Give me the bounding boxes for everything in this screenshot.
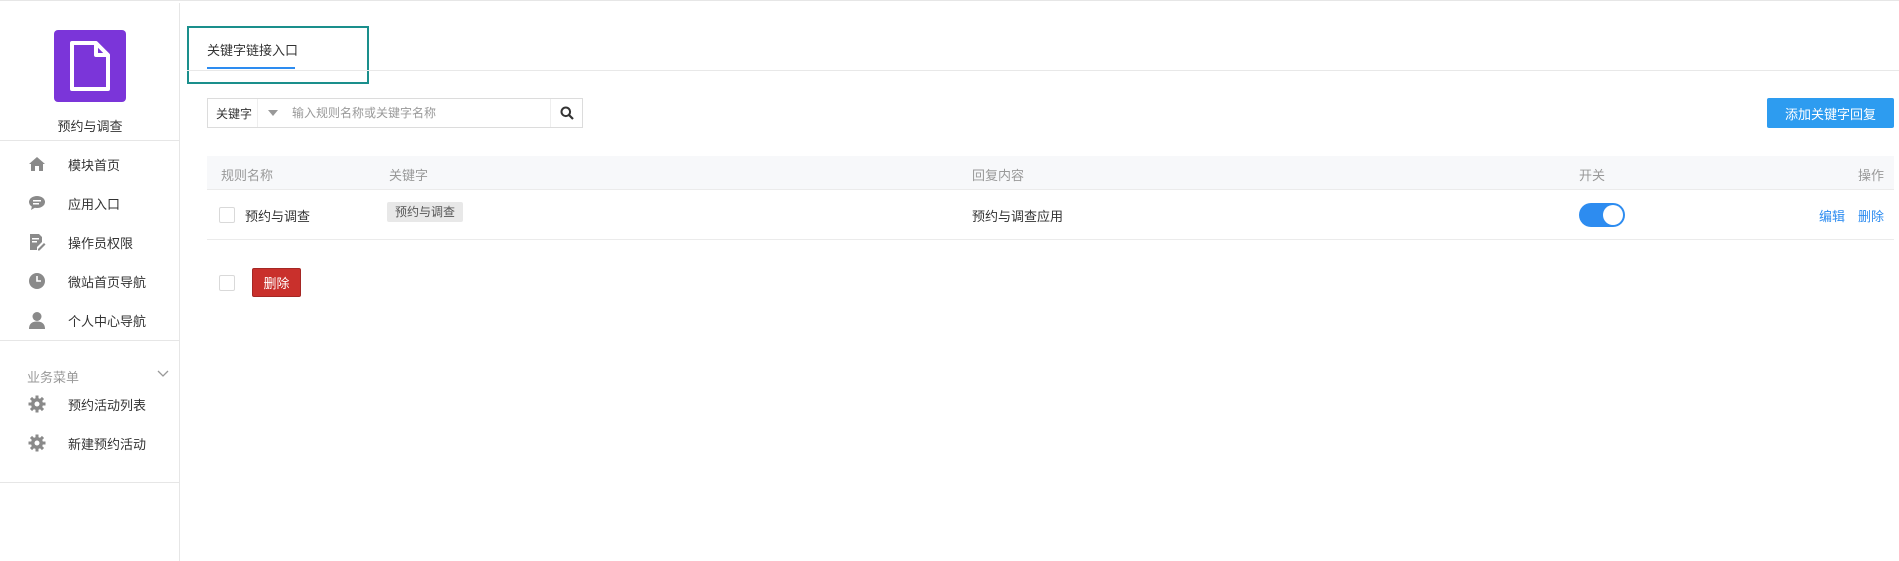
add-keyword-reply-button[interactable]: 添加关键字回复 <box>1767 98 1894 128</box>
sidebar-divider <box>0 340 180 341</box>
column-header-rule-name: 规则名称 <box>221 169 274 184</box>
column-header-switch: 开关 <box>1579 169 1606 184</box>
sidebar-item-site-nav[interactable]: 微站首页导航 <box>0 261 180 301</box>
search-button[interactable] <box>550 99 582 127</box>
sidebar-divider <box>0 482 180 483</box>
sidebar-item-label: 应用入口 <box>68 197 121 213</box>
sidebar-item-label: 新建预约活动 <box>68 437 147 453</box>
gear-icon <box>27 433 47 453</box>
sidebar: 预约与调查 模块首页 应用入口 操作员权限 微站首页导航 个人中心导航 业务菜单 <box>0 3 180 561</box>
top-border <box>0 0 1899 3</box>
tab-keyword-link-entry[interactable]: 关键字链接入口 <box>207 40 298 59</box>
sidebar-item-label: 操作员权限 <box>68 236 134 252</box>
document-edit-icon <box>27 232 47 252</box>
chevron-down-icon[interactable] <box>156 367 170 381</box>
column-header-actions: 操作 <box>1857 169 1884 184</box>
sidebar-item-label: 个人中心导航 <box>68 314 147 330</box>
sidebar-item-label: 模块首页 <box>68 158 121 174</box>
caret-down-icon[interactable] <box>258 99 288 127</box>
search-icon <box>560 106 574 120</box>
sidebar-item-label: 预约活动列表 <box>68 398 147 414</box>
sidebar-item-home[interactable]: 模块首页 <box>0 144 180 184</box>
rule-name-cell: 预约与调查 <box>245 210 311 225</box>
compass-icon <box>27 271 47 291</box>
sidebar-item-new-booking[interactable]: 新建预约活动 <box>0 423 180 463</box>
edit-link[interactable]: 编辑 <box>1819 206 1845 225</box>
document-icon <box>70 41 110 91</box>
table-row: 预约与调查 预约与调查 预约与调查应用 编辑 删除 <box>207 190 1894 240</box>
sidebar-item-label: 微站首页导航 <box>68 275 147 291</box>
search-bar: 关键字 <box>207 98 583 128</box>
reply-content-cell: 预约与调查应用 <box>972 210 1064 225</box>
bulk-delete-button[interactable]: 删除 <box>252 268 301 297</box>
tab-active-indicator <box>207 67 295 69</box>
search-filter-select[interactable]: 关键字 <box>208 99 258 127</box>
sidebar-item-operator-permissions[interactable]: 操作员权限 <box>0 222 180 262</box>
sidebar-item-booking-list[interactable]: 预约活动列表 <box>0 384 180 424</box>
select-all-checkbox[interactable] <box>219 275 235 291</box>
search-input[interactable] <box>288 99 550 127</box>
toggle-knob <box>1603 205 1623 225</box>
keyword-tag: 预约与调查 <box>387 202 464 222</box>
sidebar-divider <box>0 140 180 141</box>
tabs-divider <box>187 70 1899 71</box>
gear-icon <box>27 394 47 414</box>
row-checkbox[interactable] <box>219 207 235 223</box>
enable-toggle[interactable] <box>1579 203 1625 227</box>
module-name: 预约与调查 <box>57 120 123 135</box>
chat-bubble-icon <box>27 193 47 213</box>
user-icon <box>27 310 47 330</box>
sidebar-item-profile-nav[interactable]: 个人中心导航 <box>0 300 180 340</box>
home-icon <box>27 154 47 174</box>
column-header-keyword: 关键字 <box>389 169 429 184</box>
table-header: 规则名称 关键字 回复内容 开关 操作 <box>207 156 1894 190</box>
delete-link[interactable]: 删除 <box>1858 206 1884 225</box>
column-header-reply: 回复内容 <box>972 169 1025 184</box>
sidebar-item-app-entry[interactable]: 应用入口 <box>0 183 180 223</box>
module-logo <box>54 30 126 102</box>
